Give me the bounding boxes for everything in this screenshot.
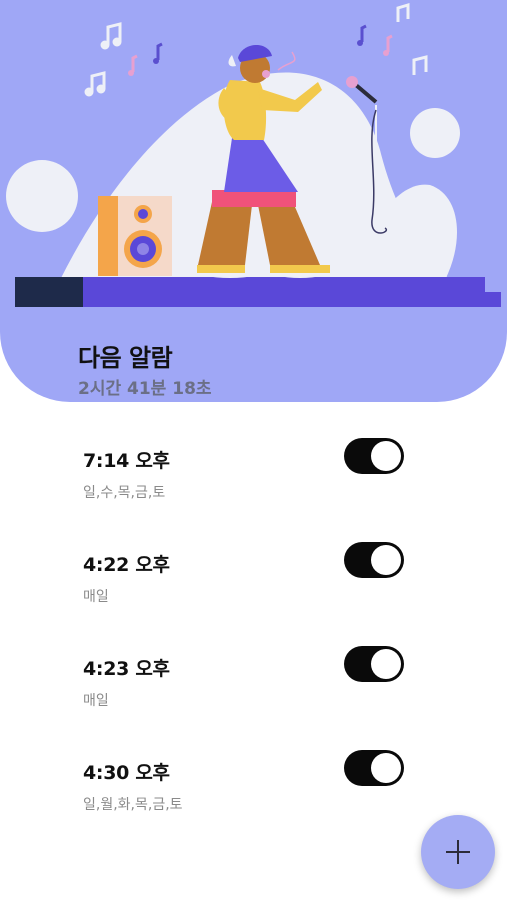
alarm-item[interactable]: 4:22 오후 매일	[0, 506, 507, 605]
alarm-time: 4:23 오후	[83, 658, 170, 680]
alarm-time: 4:30 오후	[83, 762, 170, 784]
alarm-repeat-days: 일,월,화,목,금,토	[83, 797, 183, 813]
toggle-knob	[371, 545, 401, 575]
alarm-item[interactable]: 7:14 오후 일,수,목,금,토	[0, 402, 507, 501]
alarm-repeat-days: 매일	[83, 693, 109, 709]
add-alarm-button[interactable]	[421, 815, 495, 889]
alarm-time: 7:14 오후	[83, 450, 170, 472]
toggle-knob	[371, 441, 401, 471]
alarm-toggle[interactable]	[344, 750, 404, 786]
alarm-item[interactable]: 4:23 오후 매일	[0, 610, 507, 709]
alarm-toggle[interactable]	[344, 438, 404, 474]
toggle-knob	[371, 649, 401, 679]
alarm-repeat-days: 매일	[83, 589, 109, 605]
alarm-item[interactable]: 4:30 오후 일,월,화,목,금,토	[0, 714, 507, 813]
singer-illustration	[6, 2, 501, 307]
alarm-time: 4:22 오후	[83, 554, 170, 576]
alarm-toggle[interactable]	[344, 646, 404, 682]
next-alarm-remaining: 2시간 41분 18초	[78, 379, 212, 399]
hero-header: 다음 알람 2시간 41분 18초	[0, 0, 507, 402]
alarm-repeat-days: 일,수,목,금,토	[83, 485, 166, 501]
alarm-toggle[interactable]	[344, 542, 404, 578]
toggle-knob	[371, 753, 401, 783]
next-alarm-title: 다음 알람	[78, 344, 173, 372]
